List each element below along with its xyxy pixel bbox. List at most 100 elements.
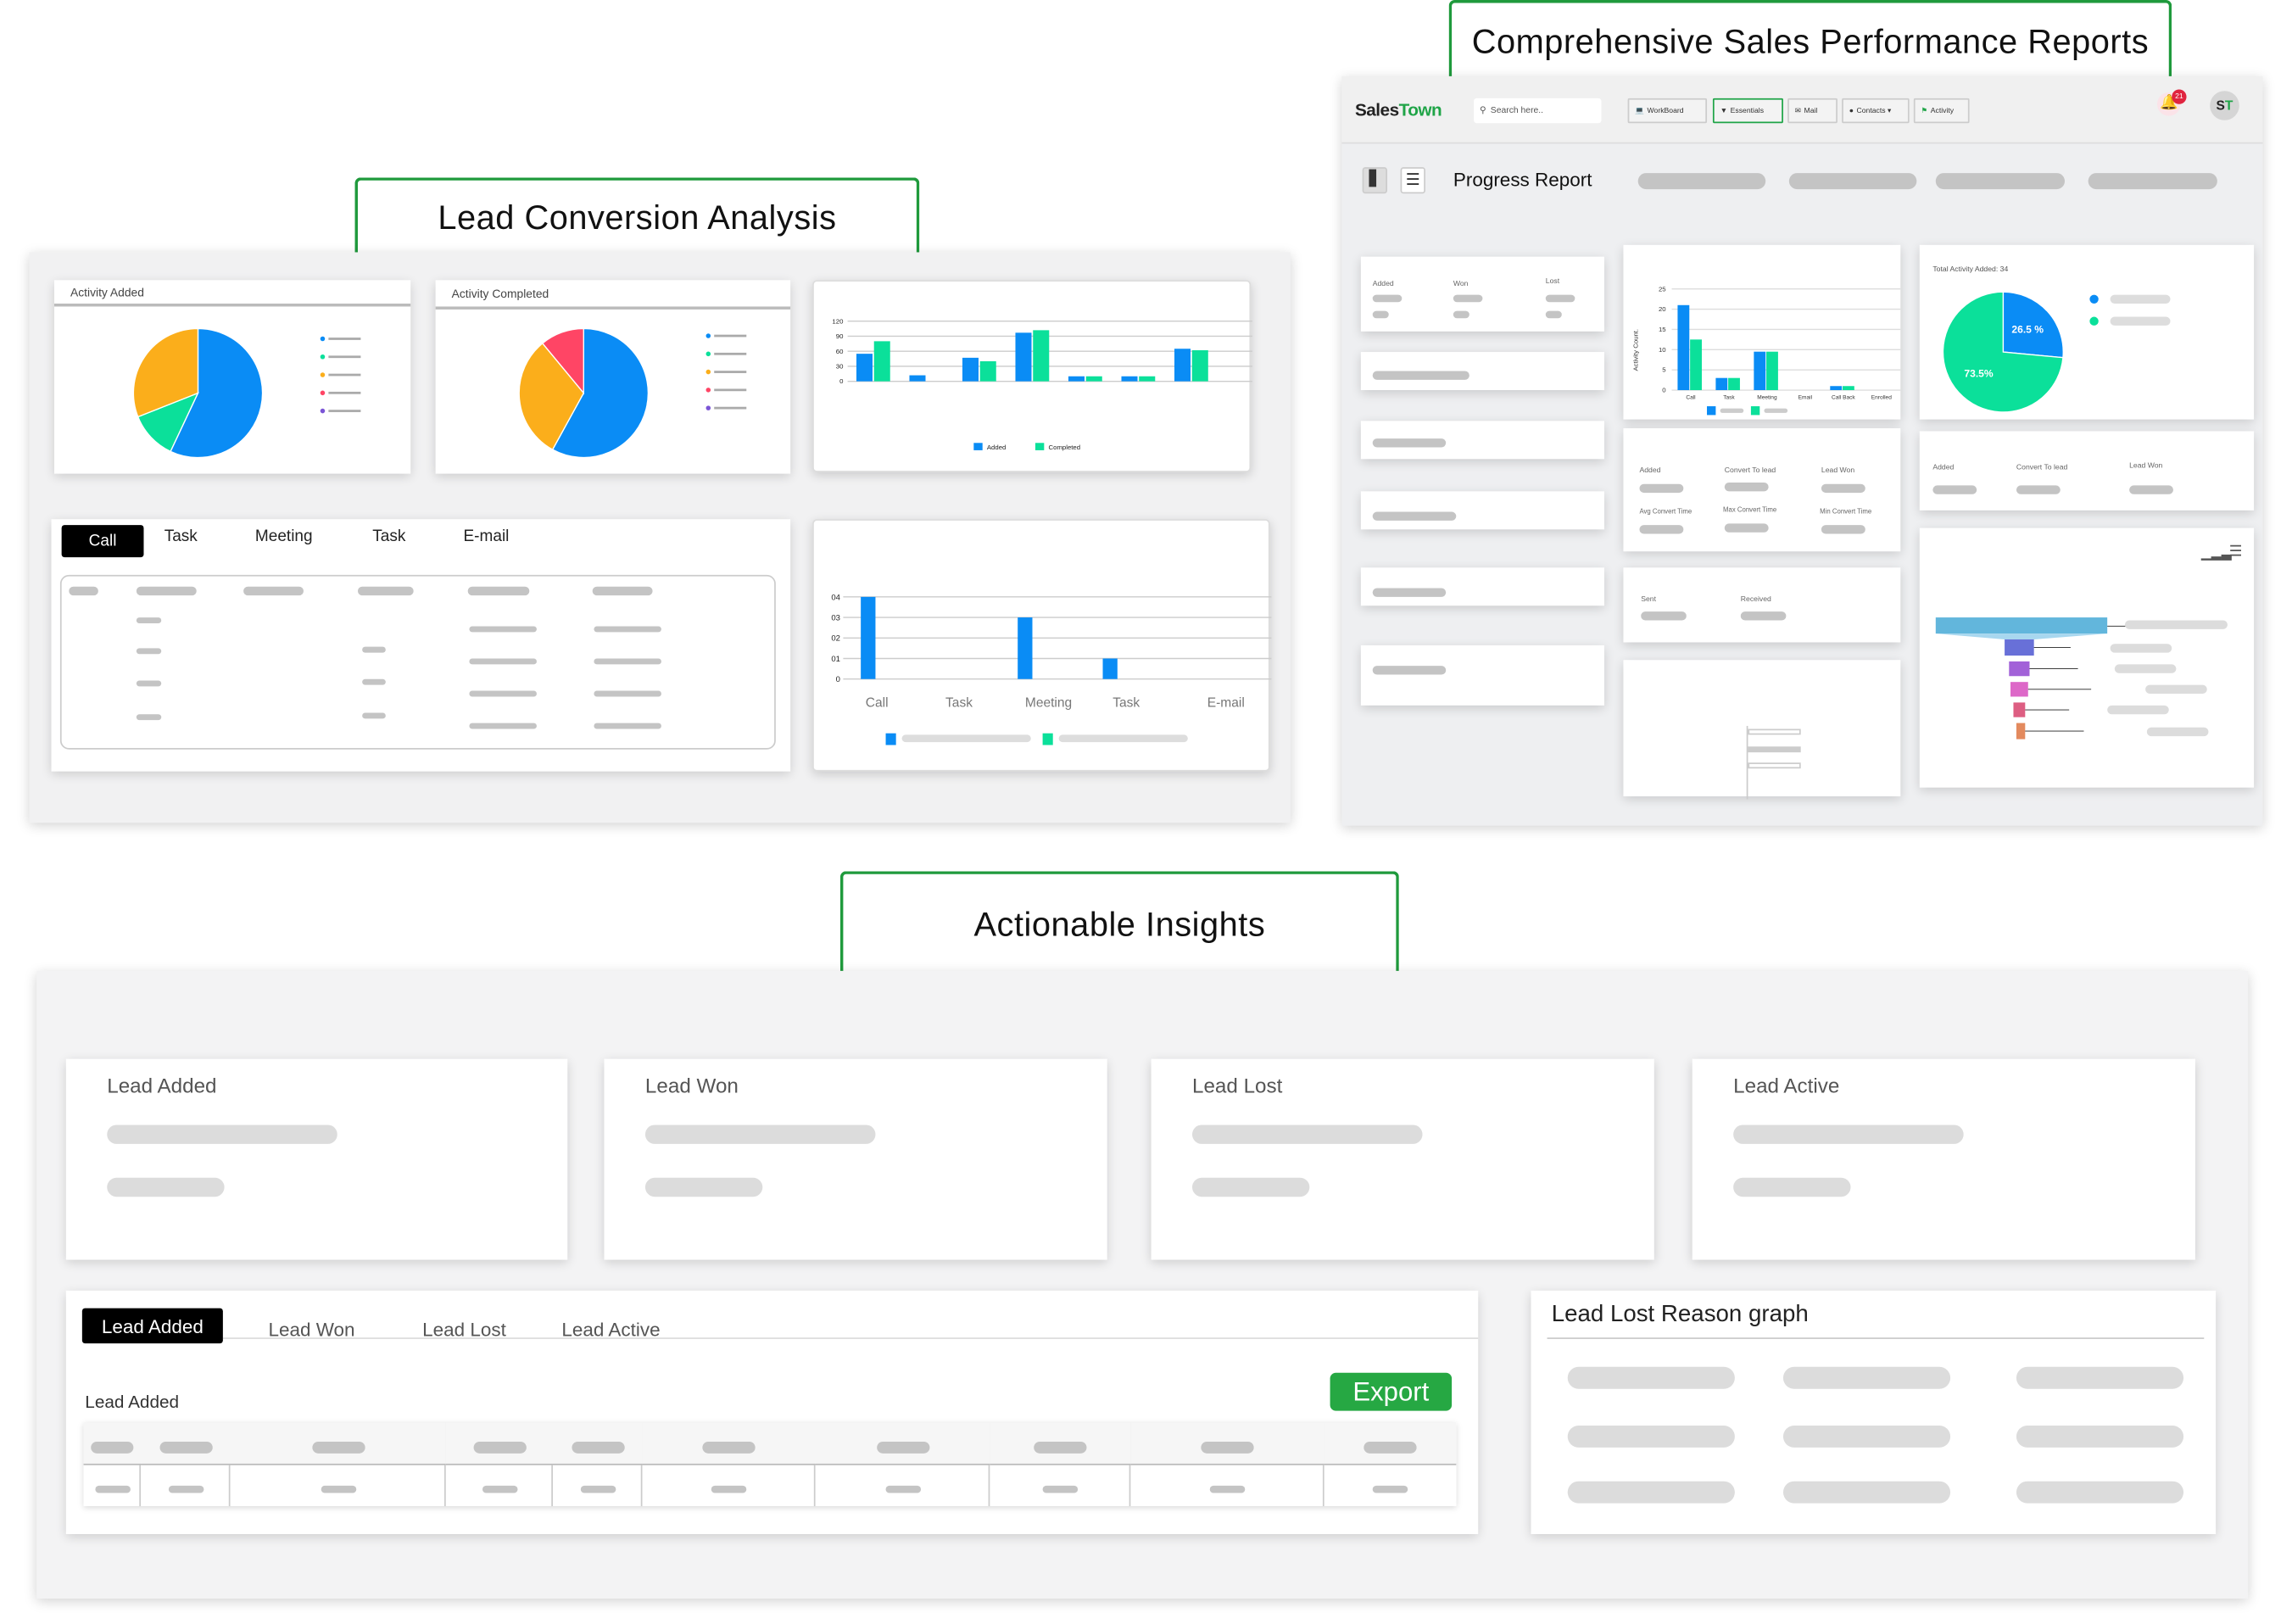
bar-completed[interactable] (979, 361, 996, 382)
section-title-sales-reports: Comprehensive Sales Performance Reports (1448, 0, 2172, 80)
tab-task[interactable]: Task (372, 528, 405, 546)
nav-essentials[interactable]: ▼ Essentials (1712, 98, 1783, 124)
export-button[interactable]: Export (1330, 1372, 1453, 1411)
tab-call[interactable]: Call (61, 525, 144, 558)
placeholder-bar (69, 586, 98, 596)
bar-added[interactable] (856, 354, 873, 382)
bar[interactable] (861, 596, 876, 679)
y-tick: 10 (1659, 346, 1666, 354)
placeholder-bar (1192, 1177, 1310, 1197)
placeholder-bar (2016, 1481, 2184, 1504)
tab-meeting[interactable]: Meeting (255, 528, 313, 546)
tab-lead-won[interactable]: Lead Won (268, 1319, 354, 1341)
list-view-icon[interactable]: ☰ (1400, 167, 1425, 194)
funnel-stage[interactable] (2016, 723, 2026, 739)
nav-workboard[interactable]: 💻 WorkBoard (1627, 98, 1708, 124)
legend-placeholder (1764, 408, 1788, 413)
placeholder-bar (136, 617, 162, 623)
bar-added[interactable] (1174, 349, 1191, 382)
bar[interactable] (1677, 304, 1690, 391)
summary-label: Lost (1545, 276, 1560, 287)
activity-bar-card: 0 30 60 90 120 Added Completed (812, 280, 1252, 472)
bar[interactable] (1754, 351, 1766, 391)
bar[interactable] (1766, 351, 1778, 391)
table-column (230, 1422, 446, 1507)
mini-chart-card (1623, 660, 1901, 800)
total-activity-pie: 26.5 % 73.5% (1942, 291, 2171, 413)
placeholder-bar (311, 1442, 365, 1454)
x-tick: Task (1723, 394, 1735, 400)
activity-table (59, 574, 776, 750)
bar-completed[interactable] (1191, 350, 1208, 382)
placeholder-bar (711, 1485, 747, 1493)
y-tick: 04 (831, 593, 840, 602)
tab-e-mail[interactable]: E-mail (463, 528, 509, 546)
activity-count-card: 0 5 10 15 20 25 Activity Count. Call Task Meeting… (1623, 244, 1901, 420)
placeholder-bar (1788, 173, 1917, 190)
bar[interactable] (1018, 617, 1033, 679)
bar-completed[interactable] (1139, 376, 1156, 382)
placeholder-bar (594, 658, 661, 665)
nav-mail[interactable]: ✉ Mail (1787, 98, 1838, 124)
funnel-stage[interactable] (2005, 639, 2034, 656)
tab-lead-active[interactable]: Lead Active (561, 1319, 660, 1341)
placeholder-bar (1637, 173, 1766, 190)
kpi-card-lead-won[interactable]: Lead Won (604, 1058, 1107, 1260)
bar-added[interactable] (1068, 376, 1085, 382)
kpi-card-lead-active[interactable]: Lead Active (1692, 1058, 2195, 1260)
app-logo[interactable]: SalesTown (1355, 100, 1442, 120)
legend-marker (2089, 294, 2099, 304)
funnel-stage[interactable] (2009, 661, 2030, 677)
mail-label: Sent (1641, 595, 1657, 605)
placeholder-bar (1192, 1125, 1423, 1144)
kpi-card-lead-lost[interactable]: Lead Lost (1151, 1058, 1654, 1260)
funnel-stage[interactable] (1935, 617, 2108, 634)
bar-completed[interactable] (873, 341, 890, 382)
bar-completed[interactable] (1033, 330, 1050, 382)
avatar[interactable]: ST (2210, 91, 2239, 120)
funnel-stage[interactable] (2010, 682, 2028, 697)
activity-bar-chart: 0 30 60 90 120 Added Completed (832, 317, 1252, 451)
bar[interactable] (1715, 377, 1728, 391)
y-tick: 120 (832, 317, 844, 325)
funnel-stage[interactable] (2013, 702, 2026, 717)
flag-icon: ⚑ (1921, 106, 1928, 115)
x-tick: Meeting (1025, 696, 1072, 711)
legend-placeholder (714, 334, 747, 338)
page-title: Progress Report (1453, 168, 1592, 191)
nav-label: Mail (1804, 106, 1818, 115)
placeholder-bar (2016, 1366, 2184, 1389)
placeholder-bar (1372, 1485, 1408, 1493)
tab-task[interactable]: Task (165, 528, 198, 546)
table-column (445, 1422, 553, 1507)
bar-completed[interactable] (1085, 376, 1102, 382)
bar-added[interactable] (1121, 376, 1138, 382)
summary-card (1360, 491, 1604, 530)
placeholder-bar (94, 1485, 131, 1493)
bar-added[interactable] (962, 357, 979, 382)
placeholder-bar (469, 723, 537, 729)
y-tick: 03 (831, 614, 840, 623)
placeholder-bar (107, 1125, 337, 1144)
nav-activity[interactable]: ⚑ Activity (1913, 98, 1970, 124)
bar[interactable] (1842, 386, 1854, 391)
nav-contacts[interactable]: ● Contacts ▾ (1842, 98, 1910, 124)
bar[interactable] (1830, 386, 1843, 391)
bar[interactable] (1728, 377, 1740, 391)
search-input[interactable]: ⚲ Search here.. (1474, 98, 1602, 124)
x-tick: Meeting (1757, 394, 1777, 400)
section-title-lead-conversion: Lead Conversion Analysis (354, 177, 920, 255)
bar-added[interactable] (1015, 332, 1032, 382)
funnel-connector (1935, 633, 2108, 640)
placeholder-bar (2124, 620, 2228, 629)
bar[interactable] (1690, 339, 1702, 391)
board-view-icon[interactable]: ▋ (1362, 167, 1388, 194)
bar[interactable] (1102, 658, 1118, 679)
tab-lead-added[interactable]: Lead Added (81, 1308, 223, 1344)
activity-completed-pie (518, 327, 747, 459)
legend-marker (320, 372, 326, 377)
kpi-card-lead-added[interactable]: Lead Added (65, 1058, 568, 1260)
bar-added[interactable] (909, 375, 926, 382)
tab-lead-lost[interactable]: Lead Lost (422, 1319, 506, 1341)
legend-placeholder (328, 355, 361, 359)
